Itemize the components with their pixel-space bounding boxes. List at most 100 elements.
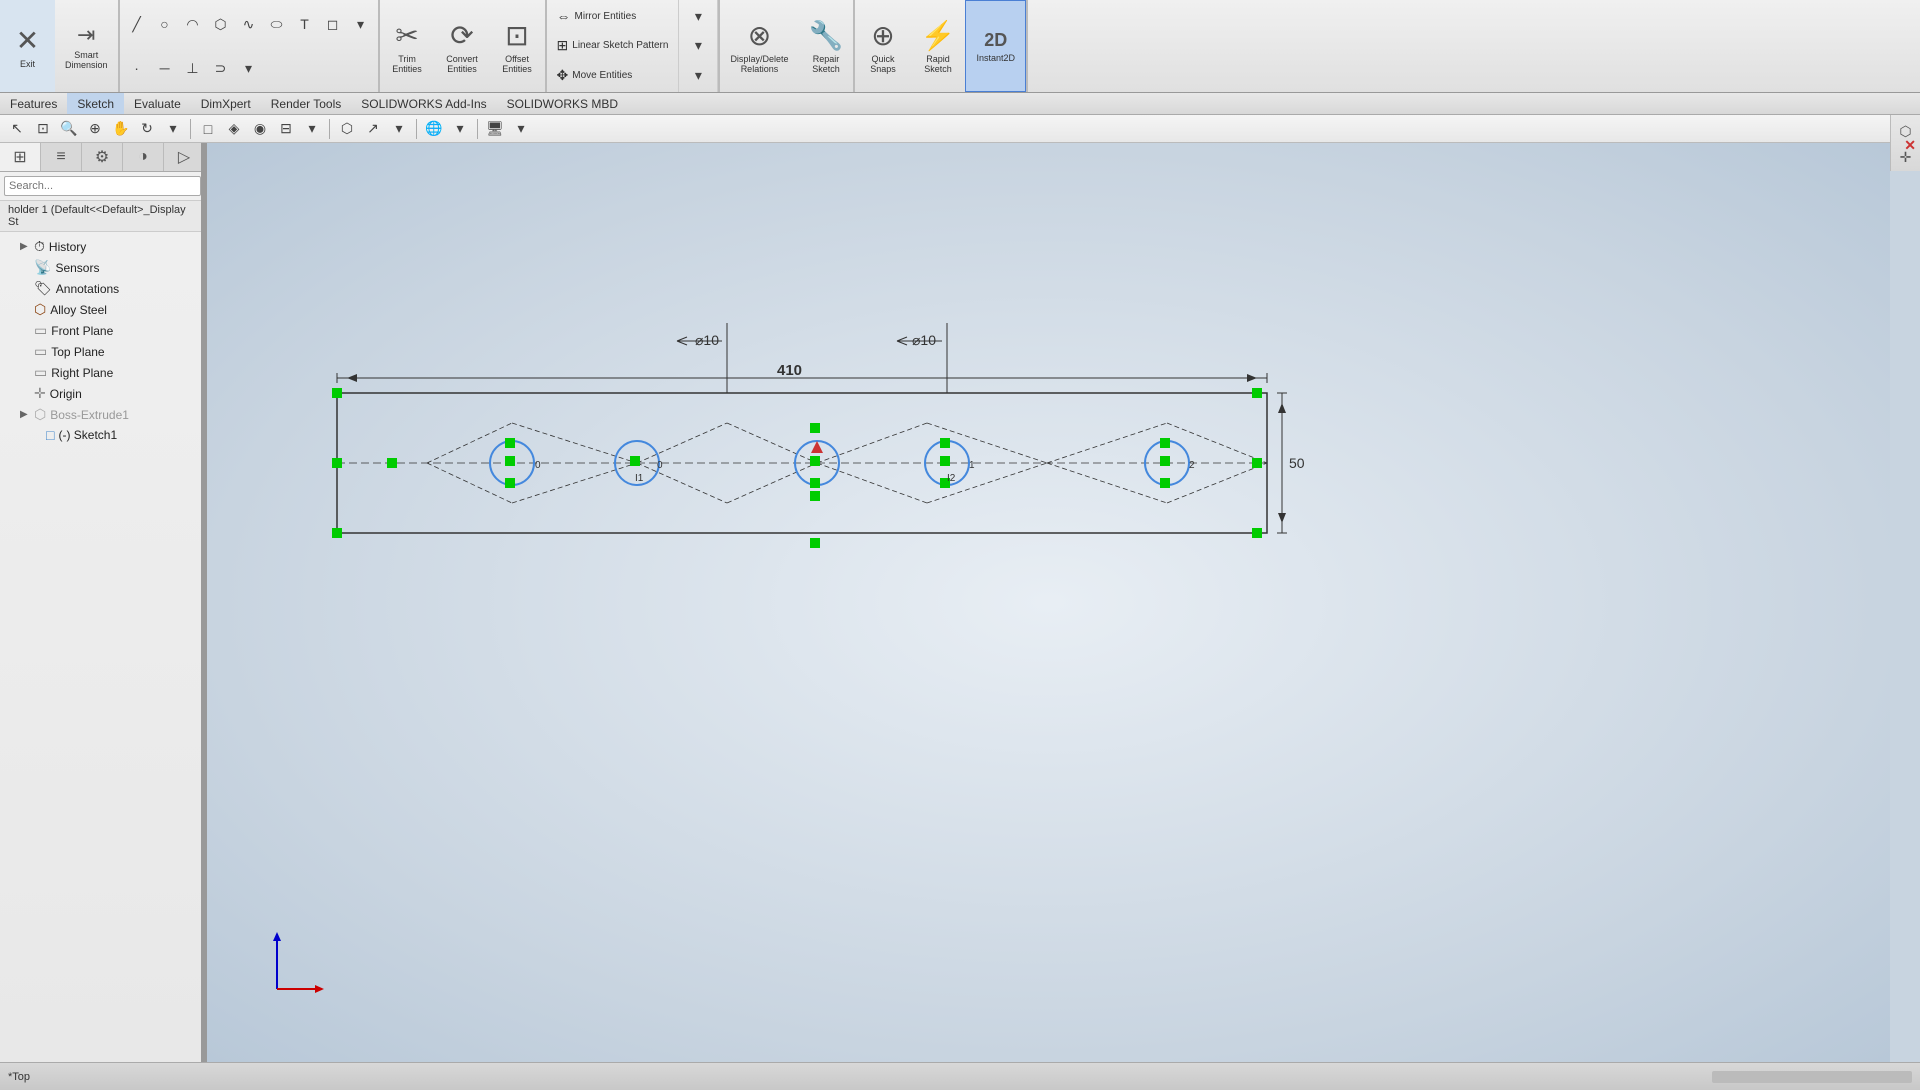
node-bot-center[interactable]	[810, 538, 820, 548]
tree-item-sensors[interactable]: 📡 Sensors	[0, 257, 205, 278]
more2-button[interactable]: ▾	[237, 57, 261, 79]
node-right1-top[interactable]	[940, 438, 950, 448]
view-orient-button[interactable]: ↗	[361, 118, 385, 140]
mirror-entities-button[interactable]: ⇔ Mirror Entities	[553, 6, 673, 26]
scroll-bar-horizontal[interactable]	[1712, 1071, 1912, 1083]
node-far-left[interactable]	[332, 458, 342, 468]
close-x-icon[interactable]: ✕	[1900, 135, 1920, 156]
tab-feature-tree[interactable]: ⊞	[0, 143, 41, 171]
tree-item-top-plane[interactable]: ▭ Top Plane	[0, 341, 205, 362]
tab-properties[interactable]: ≡	[41, 143, 82, 171]
select-button[interactable]: ↖	[5, 118, 29, 140]
view-options-button[interactable]: ▾	[161, 118, 185, 140]
convert-entities-button[interactable]: ⟳ ConvertEntities	[435, 0, 490, 92]
tree-item-history[interactable]: ▶ ⏱ History	[0, 236, 205, 257]
circle-tool-button[interactable]: ○	[153, 13, 177, 35]
spline-tool-button[interactable]: ∿	[237, 13, 261, 35]
move-dropdown-button[interactable]: ▾	[686, 64, 710, 86]
arc-tool-button[interactable]: ◠	[181, 13, 205, 35]
repair-sketch-button[interactable]: 🔧 RepairSketch	[798, 0, 853, 92]
plane-tool-button[interactable]: ◻	[321, 13, 345, 35]
move-entities-button[interactable]: ✥ Move Entities	[553, 65, 673, 86]
node-circlei1-center[interactable]	[630, 456, 640, 466]
mirror-dropdown-button[interactable]: ▾	[686, 6, 710, 28]
menu-features[interactable]: Features	[0, 93, 67, 114]
menu-addins[interactable]: SOLIDWORKS Add-Ins	[351, 93, 496, 114]
linear-sketch-button[interactable]: ⊞ Linear Sketch Pattern	[553, 35, 673, 56]
sidebar-resizer[interactable]	[201, 143, 205, 1062]
node-center-extra[interactable]	[810, 491, 820, 501]
tab-custom[interactable]: ▷	[164, 143, 205, 171]
rotate-button[interactable]: ↻	[135, 118, 159, 140]
hide-show-button[interactable]: ◈	[222, 118, 246, 140]
centerline-button[interactable]: ─	[153, 57, 177, 79]
node-circle0-center[interactable]	[505, 456, 515, 466]
node-center-top[interactable]	[810, 423, 820, 433]
diag-c2	[637, 463, 727, 503]
instant2d-button[interactable]: 2D Instant2D	[965, 0, 1026, 92]
trim-entities-button[interactable]: ✂ TrimEntities	[380, 0, 435, 92]
midpoint-button[interactable]: ⊥	[181, 57, 205, 79]
line-tool-button[interactable]: ╱	[125, 13, 149, 35]
node-bot-left[interactable]	[332, 528, 342, 538]
menu-render[interactable]: Render Tools	[261, 93, 352, 114]
appear-button[interactable]: ◉	[248, 118, 272, 140]
monitor-button[interactable]: 🖥	[483, 118, 507, 140]
display-delete-button[interactable]: ⊗ Display/DeleteRelations	[720, 0, 798, 92]
zoom-in-button[interactable]: ⊕	[83, 118, 107, 140]
scene-button[interactable]: 🌐	[422, 118, 446, 140]
menu-evaluate[interactable]: Evaluate	[124, 93, 191, 114]
node-right2-top[interactable]	[1160, 438, 1170, 448]
tree-item-alloy-steel[interactable]: ⬡ Alloy Steel	[0, 299, 205, 320]
zoom-area-button[interactable]: 🔍	[57, 118, 81, 140]
node-center-bot[interactable]	[810, 478, 820, 488]
tree-item-origin[interactable]: ✛ Origin	[0, 383, 205, 404]
node-right2-center[interactable]	[1160, 456, 1170, 466]
node-circle0-top[interactable]	[505, 438, 515, 448]
node-top-right[interactable]	[1252, 388, 1262, 398]
node-circle0-bot[interactable]	[505, 478, 515, 488]
point-tool-button[interactable]: ·	[125, 57, 149, 79]
ellipse-tool-button[interactable]: ⬭	[265, 13, 289, 35]
menu-sketch[interactable]: Sketch	[67, 93, 124, 114]
rapid-sketch-button[interactable]: ⚡ RapidSketch	[910, 0, 965, 92]
front-plane-label: Front Plane	[51, 324, 113, 338]
sidebar-search-input[interactable]	[4, 176, 201, 196]
tab-config[interactable]: ⚙	[82, 143, 123, 171]
node-center-mid[interactable]	[810, 456, 820, 466]
node-top-left[interactable]	[332, 388, 342, 398]
view-dropdown-button[interactable]: ▾	[300, 118, 324, 140]
close-x-right[interactable]: ✕	[1900, 135, 1920, 156]
more-views-button[interactable]: ▾	[387, 118, 411, 140]
more-draw-button[interactable]: ▾	[349, 13, 373, 35]
monitor-dropdown-button[interactable]: ▾	[509, 118, 533, 140]
offset-entities-button[interactable]: ⊡ OffsetEntities	[490, 0, 545, 92]
smart-dimension-button[interactable]: ⇥ SmartDimension	[55, 0, 118, 92]
tree-item-right-plane[interactable]: ▭ Right Plane	[0, 362, 205, 383]
tree-item-annotations[interactable]: 🏷 Annotations	[0, 278, 205, 299]
node-bot-right[interactable]	[1252, 528, 1262, 538]
node-far-right[interactable]	[1252, 458, 1262, 468]
node-right2-bot[interactable]	[1160, 478, 1170, 488]
menu-dimxpert[interactable]: DimXpert	[191, 93, 261, 114]
annotations-label: Annotations	[56, 282, 119, 296]
pan-button[interactable]: ✋	[109, 118, 133, 140]
slot-button[interactable]: ⊃	[209, 57, 233, 79]
quick-snaps-button[interactable]: ⊕ QuickSnaps	[855, 0, 910, 92]
tab-appearances[interactable]: ◑	[123, 143, 164, 171]
node-2nd-left[interactable]	[387, 458, 397, 468]
node-right1-center[interactable]	[940, 456, 950, 466]
tree-item-boss-extrude[interactable]: ▶ ⬡ Boss-Extrude1	[0, 404, 205, 425]
3d-view-button[interactable]: ⬡	[335, 118, 359, 140]
text-tool-button[interactable]: T	[293, 13, 317, 35]
exit-button[interactable]: ✕ Exit	[0, 0, 55, 92]
tree-item-front-plane[interactable]: ▭ Front Plane	[0, 320, 205, 341]
scene-dropdown-button[interactable]: ▾	[448, 118, 472, 140]
polygon-tool-button[interactable]: ⬡	[209, 13, 233, 35]
menu-mbd[interactable]: SOLIDWORKS MBD	[497, 93, 628, 114]
linear-dropdown-button[interactable]: ▾	[686, 35, 710, 57]
section-view-button[interactable]: ⊟	[274, 118, 298, 140]
zoom-fit-button[interactable]: ⊡	[31, 118, 55, 140]
display-style-button[interactable]: □	[196, 118, 220, 140]
tree-item-sketch1[interactable]: □ (-) Sketch1	[0, 425, 205, 445]
